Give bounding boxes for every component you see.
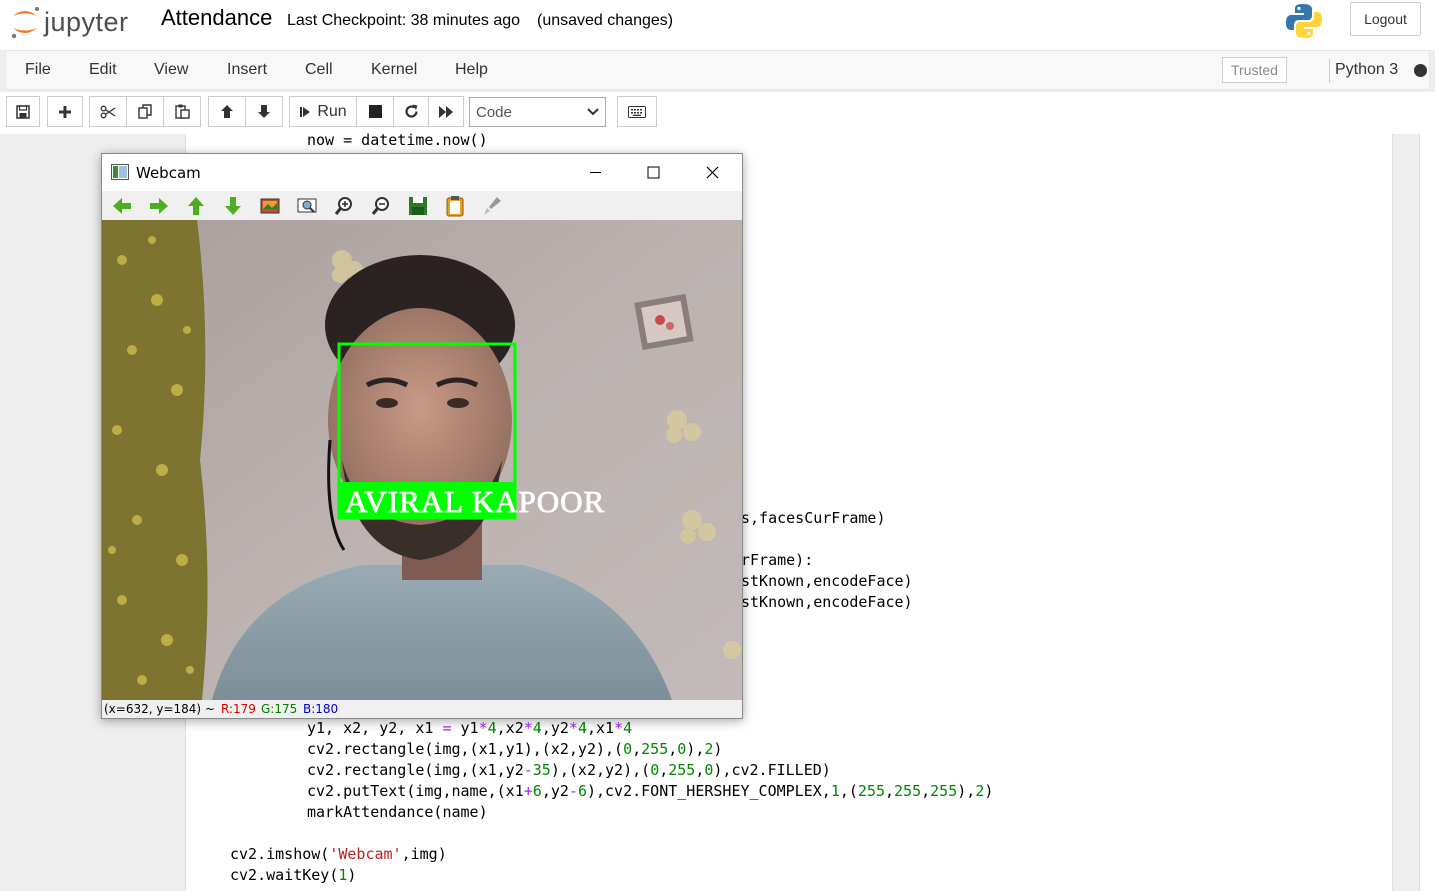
zoom-area-icon[interactable] [296,195,318,217]
code-fragment-faces[interactable]: s,facesCurFrame) [741,508,886,529]
image-zoom-fit-icon[interactable] [259,195,281,217]
webcam-feed: AVIRAL KAPOOR [102,220,742,700]
menu-file[interactable]: File [25,61,51,79]
clipboard-icon[interactable] [444,195,466,217]
zoom-out-icon[interactable] [370,195,392,217]
notebook-header: jupyter Attendance Last Checkpoint: 38 m… [0,0,1435,50]
code-line-imshow[interactable]: cv2.imshow('Webcam',img) [230,844,447,865]
close-icon[interactable] [706,166,719,179]
jupyter-logo-icon [11,7,39,39]
properties-brush-icon[interactable] [481,195,503,217]
code-fragment-frame[interactable]: rFrame): [741,550,813,571]
restart-kernel-button[interactable] [393,96,429,127]
menu-help[interactable]: Help [455,61,488,79]
kernel-name[interactable]: Python 3 [1335,61,1398,79]
copy-button[interactable] [126,96,164,127]
trusted-indicator[interactable]: Trusted [1222,57,1287,83]
status-blue-value: B:180 [303,702,339,716]
paste-icon [174,104,190,119]
move-down-button[interactable] [245,96,283,127]
webcam-title: Webcam [136,164,201,182]
webcam-statusbar: (x=632, y=184) ~ R:179 G:175 B:180 [102,700,742,718]
keyboard-icon [628,105,646,118]
jupyter-logo-text: jupyter [44,6,129,37]
webcam-titlebar[interactable]: Webcam [102,154,742,191]
menu-cell[interactable]: Cell [305,61,333,79]
status-coordinates: (x=632, y=184) ~ [104,702,215,716]
interrupt-button[interactable] [356,96,394,127]
webcam-window[interactable]: Webcam AVIRAL KAPOOR (x=632, y=184) ~ R:… [101,153,743,719]
code-line-rectangle-filled[interactable]: cv2.rectangle(img,(x1,y2-35),(x2,y2),(0,… [307,760,831,781]
arrow-down-icon [258,105,270,118]
maximize-icon[interactable] [647,166,660,179]
cell-type-select[interactable]: Code [469,97,606,127]
run-label: Run [317,102,347,120]
arrow-left-icon[interactable] [111,195,133,217]
python-logo-icon [1285,2,1323,45]
chevron-down-icon [587,108,599,116]
arrow-up-icon[interactable] [185,195,207,217]
notebook-toolbar: Run Code [0,92,1435,134]
cell-type-value: Code [476,103,512,121]
menu-insert[interactable]: Insert [227,61,267,79]
status-green-value: G:175 [261,702,298,716]
scissors-icon [100,105,116,118]
logout-button[interactable]: Logout [1350,2,1421,36]
code-fragment-compare[interactable]: stKnown,encodeFace) [741,571,913,592]
cut-button[interactable] [89,96,127,127]
arrow-right-icon[interactable] [148,195,170,217]
checkpoint-status: Last Checkpoint: 38 minutes ago [287,12,521,29]
status-red-value: R:179 [221,702,256,716]
minimize-icon[interactable] [589,166,602,179]
arrow-down-icon[interactable] [222,195,244,217]
webcam-toolbar [102,191,742,220]
insert-cell-button[interactable] [47,96,83,127]
paste-button[interactable] [163,96,201,127]
menubar: File Edit View Insert Cell Kernel Help T… [5,50,1430,90]
menu-edit[interactable]: Edit [89,61,117,79]
run-button[interactable]: Run [289,96,357,127]
face-label-text: AVIRAL KAPOOR [345,484,605,519]
copy-icon [137,104,152,119]
autosave-status: (unsaved changes) [537,12,674,29]
command-palette-button[interactable] [617,96,657,127]
code-line-mark-attendance[interactable]: markAttendance(name) [307,802,488,823]
notebook-name[interactable]: Attendance [161,5,272,31]
step-forward-icon [300,106,311,117]
code-line-now[interactable]: now = datetime.now() [307,130,488,151]
scrollbar[interactable] [1419,134,1435,891]
code-fragment-distance[interactable]: stKnown,encodeFace) [741,592,913,613]
save-button[interactable] [6,96,40,127]
kernel-divider [1329,59,1330,83]
move-up-button[interactable] [208,96,246,127]
save-image-icon[interactable] [407,195,429,217]
code-line-rectangle[interactable]: cv2.rectangle(img,(x1,y1),(x2,y2),(0,255… [307,739,722,760]
window-app-icon [111,164,129,180]
kernel-busy-indicator-icon [1414,64,1427,77]
code-line-puttext[interactable]: cv2.putText(img,name,(x1+6,y2-6),cv2.FON… [307,781,993,802]
arrow-up-icon [221,105,233,118]
webcam-frame-image: AVIRAL KAPOOR [102,220,742,700]
code-line-scale[interactable]: y1, x2, y2, x1 = y1*4,x2*4,y2*4,x1*4 [307,718,632,739]
zoom-in-icon[interactable] [333,195,355,217]
save-icon [16,104,30,119]
code-line-waitkey[interactable]: cv2.waitKey(1) [230,865,356,886]
fast-forward-icon [439,105,453,118]
jupyter-logo[interactable]: jupyter [10,2,129,42]
menu-view[interactable]: View [154,61,188,79]
stop-icon [368,105,382,118]
restart-run-all-button[interactable] [428,96,464,127]
menu-kernel[interactable]: Kernel [371,61,417,79]
refresh-icon [404,104,418,118]
plus-icon [59,105,71,118]
